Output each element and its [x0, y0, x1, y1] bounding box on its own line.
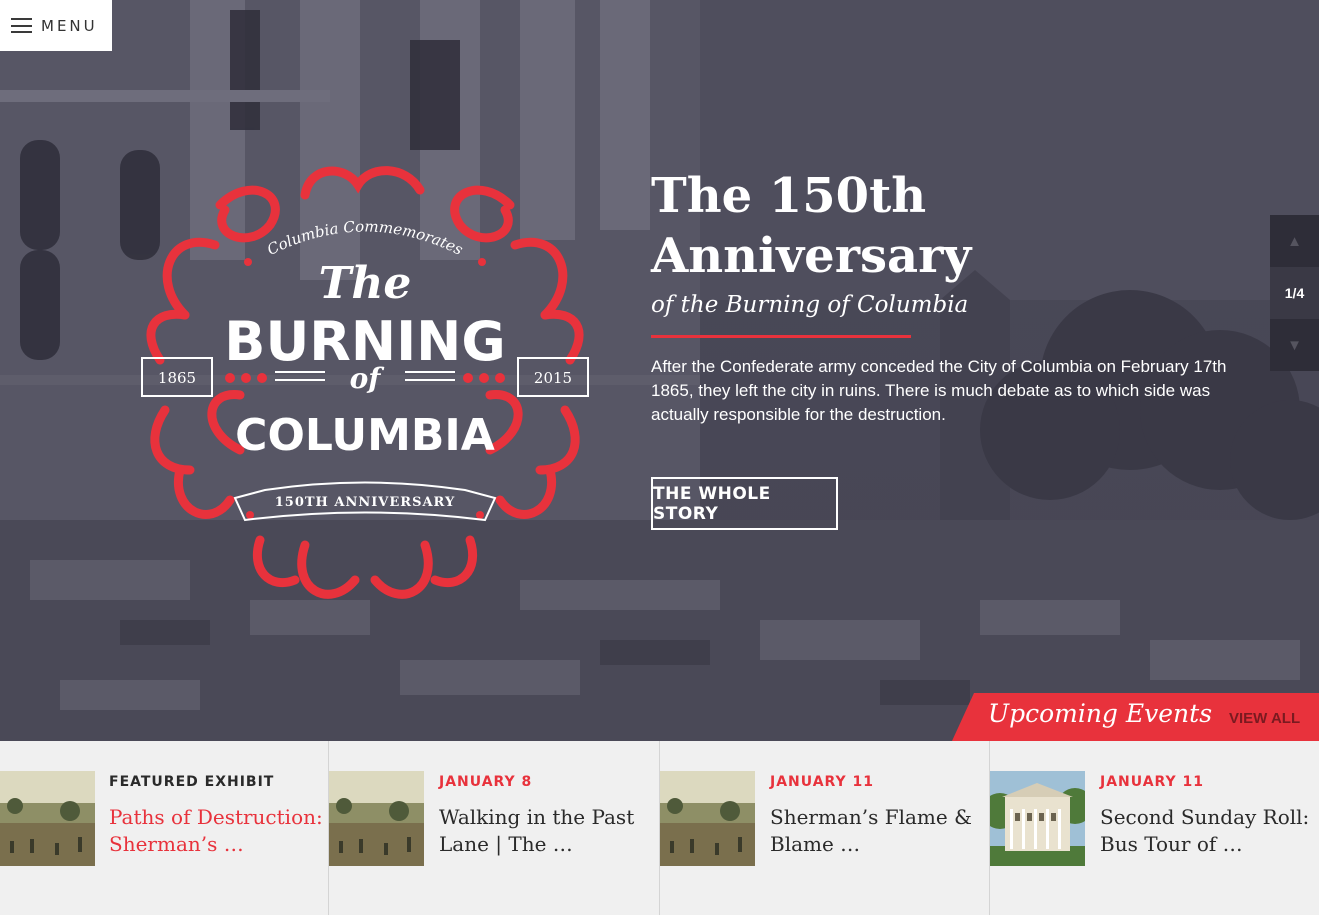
- event-label: FEATURED EXHIBIT: [109, 774, 275, 790]
- hero-title: The 150th Anniversary: [651, 168, 972, 284]
- logo-ribbon-text: 150TH ANNIVERSARY: [275, 495, 456, 510]
- logo-of-text: of: [350, 362, 386, 395]
- upcoming-events-title: Upcoming Events: [988, 699, 1213, 728]
- hero-divider: [651, 335, 911, 338]
- menu-label: MENU: [41, 16, 98, 35]
- event-thumbnail-painting: [329, 771, 424, 866]
- event-title: Sherman’s Flame & Blame …: [770, 805, 972, 856]
- event-title: Second Sunday Roll: Bus Tour of …: [1100, 805, 1310, 856]
- event-date: JANUARY 8: [439, 774, 533, 790]
- burning-of-columbia-logo: Columbia Commemorates The BURNING 1865 2…: [141, 166, 589, 599]
- logo-columbia-text: COLUMBIA: [235, 410, 495, 461]
- event-card-jan11-bus-tour[interactable]: JANUARY 11 Second Sunday Roll: Bus Tour …: [990, 741, 1319, 915]
- menu-button[interactable]: MENU: [0, 0, 112, 51]
- event-card-jan8[interactable]: JANUARY 8 Walking in the Past Lane | The…: [329, 741, 660, 915]
- upcoming-events-header: Upcoming Events VIEW ALL: [952, 693, 1319, 741]
- slide-counter: 1/4: [1270, 267, 1319, 319]
- hero-section: MENU Columbia Commemorates The BURNING 1…: [0, 0, 1319, 741]
- slide-next-button[interactable]: ▼: [1270, 319, 1319, 371]
- slide-prev-button[interactable]: ▲: [1270, 215, 1319, 267]
- triangle-up-icon: ▲: [1287, 232, 1302, 250]
- event-date: JANUARY 11: [1100, 774, 1205, 790]
- event-date: JANUARY 11: [770, 774, 875, 790]
- svg-text:Columbia Commemorates: Columbia Commemorates: [264, 217, 466, 259]
- event-thumbnail-painting: [660, 771, 755, 866]
- event-thumbnail-painting: [0, 771, 95, 866]
- hamburger-icon: [11, 18, 32, 33]
- view-all-link[interactable]: VIEW ALL: [1229, 710, 1300, 727]
- triangle-down-icon: ▼: [1287, 336, 1302, 354]
- event-title: Paths of Destruction: Sherman’s …: [109, 805, 323, 856]
- hero-subtitle: of the Burning of Columbia: [651, 292, 969, 318]
- logo-year-left: 1865: [158, 369, 196, 387]
- event-card-featured-exhibit[interactable]: FEATURED EXHIBIT Paths of Destruction: S…: [0, 741, 329, 915]
- hero-description: After the Confederate army conceded the …: [651, 357, 1227, 424]
- event-cards: FEATURED EXHIBIT Paths of Destruction: S…: [0, 741, 1319, 915]
- whole-story-button[interactable]: THE WHOLE STORY: [651, 477, 838, 530]
- logo-top-text: Columbia Commemorates: [264, 217, 466, 259]
- logo-year-right: 2015: [534, 369, 572, 387]
- event-title: Walking in the Past Lane | The …: [439, 805, 635, 856]
- event-card-jan11-flame[interactable]: JANUARY 11 Sherman’s Flame & Blame …: [660, 741, 990, 915]
- logo-the-text: The: [319, 258, 412, 309]
- slide-navigation: ▲ 1/4 ▼: [1270, 215, 1319, 371]
- event-thumbnail-mansion: [990, 771, 1085, 866]
